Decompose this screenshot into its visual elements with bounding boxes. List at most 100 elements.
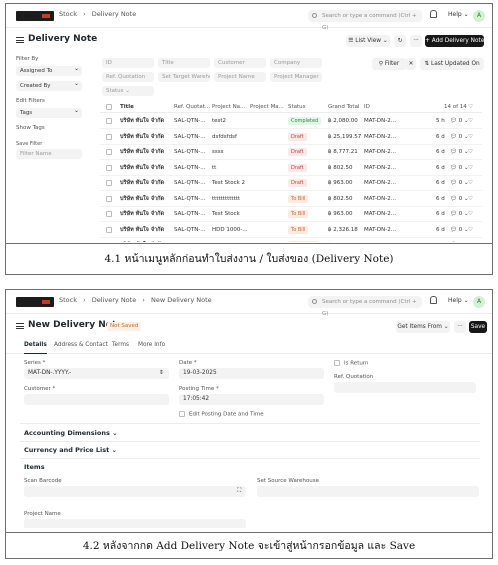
bell-icon[interactable] (430, 10, 437, 18)
tags-dropdown[interactable]: Tags (16, 106, 82, 118)
heart-icon[interactable]: ♡ (468, 114, 473, 128)
row-title[interactable]: บริษัท ทันใจ จำกัด (120, 176, 164, 190)
tab-more-info[interactable]: More Info (138, 342, 165, 348)
filter-id[interactable]: ID (102, 58, 154, 68)
filter-customer[interactable]: Customer (214, 58, 266, 68)
accounting-dimensions-section[interactable]: Accounting Dimensions ⌄ (24, 429, 118, 437)
row-checkbox[interactable] (106, 130, 112, 144)
save-button[interactable]: Save (469, 321, 487, 333)
row-checkbox[interactable] (106, 145, 112, 159)
set-source-warehouse-input[interactable] (257, 486, 479, 497)
heart-icon[interactable]: ♡ (468, 207, 473, 221)
row-checkbox[interactable] (106, 207, 112, 221)
help-menu[interactable]: Help ⌄ (448, 297, 469, 304)
is-return-checkbox[interactable]: Is Return (334, 360, 369, 367)
breadcrumb-delivery-note[interactable]: Delivery Note (92, 296, 136, 304)
heart-icon[interactable]: ♡ (468, 192, 473, 206)
table-row[interactable]: บริษัท ทันใจ จำกัด SAL-QTN-... HDD 1000-..… (100, 223, 482, 238)
sort-button[interactable]: ⇅ Last Updated On (420, 58, 484, 70)
column-title[interactable]: Title (120, 101, 134, 112)
show-tags-link[interactable]: Show Tags (16, 123, 86, 133)
column-project-name[interactable]: Project Na... (212, 101, 245, 112)
table-row[interactable]: บริษัท ทันใจ จำกัด SAL-QTN-... ttttttttttt… (100, 192, 482, 207)
row-comments[interactable]: 💬︎ 0 ⌄ (450, 238, 469, 242)
edit-posting-checkbox[interactable]: Edit Posting Date and Time (179, 411, 264, 418)
date-input[interactable]: 19-03-2025 (179, 368, 324, 379)
currency-price-list-section[interactable]: Currency and Price List ⌄ (24, 446, 117, 454)
project-name-input[interactable] (24, 519, 246, 528)
row-title[interactable]: บริษัท ทันใจ จำกัด (120, 207, 164, 221)
filter-title[interactable]: Title (158, 58, 210, 68)
customer-input[interactable] (24, 394, 169, 405)
row-checkbox[interactable] (106, 223, 112, 237)
table-row[interactable]: บริษัท ทันใจ จำกัด SAL-QTN-... tt Draft ฿ 80… (100, 161, 482, 176)
row-comments[interactable]: 💬︎ 0 ⌄ (450, 207, 469, 221)
filter-project-name[interactable]: Project Name (214, 72, 266, 82)
row-checkbox[interactable] (106, 176, 112, 190)
reload-icon[interactable]: ↻ (394, 35, 406, 47)
column-ref-quotation[interactable]: Ref. Quotat... (174, 101, 210, 112)
filter-ref-quotation[interactable]: Ref. Quotation (102, 72, 154, 82)
row-comments[interactable]: 💬︎ 0 ⌄ (450, 192, 469, 206)
column-project-manager[interactable]: Project Ma... (250, 101, 284, 112)
row-title[interactable]: บริษัท ทันใจ จำกัด (120, 161, 164, 175)
heart-icon[interactable]: ♡ (468, 238, 473, 242)
assigned-to-dropdown[interactable]: Assigned To (16, 64, 82, 76)
edit-filters-link[interactable]: Edit Filters (16, 96, 86, 106)
heart-icon[interactable]: ♡ (468, 176, 473, 190)
filter-button[interactable]: ⚲ Filter (372, 58, 406, 70)
filter-company[interactable]: Company (270, 58, 322, 68)
table-row[interactable]: บริษัท ทันใจ จำกัด SAL-QTN-... dsfdsfdsf Dr… (100, 130, 482, 145)
table-row[interactable]: บริษัท ทันใจ จำกัด SAL-QTN-... ssss Draft ฿ … (100, 145, 482, 160)
barcode-scan-icon[interactable]: ⛶ (237, 486, 241, 497)
row-comments[interactable]: 💬︎ 0 ⌄ (450, 176, 469, 190)
avatar[interactable]: A (473, 10, 485, 22)
row-title[interactable]: บริษัท ทันใจ จำกัด (120, 145, 164, 159)
series-select[interactable]: MAT-DN-.YYYY.- ⇕ (24, 368, 169, 379)
column-status[interactable]: Status (288, 101, 306, 112)
heart-icon[interactable]: ♡ (468, 223, 473, 237)
filter-project-manager[interactable]: Project Manager (270, 72, 322, 82)
row-title[interactable]: บริษัท ทันใจ จำกัด (120, 192, 164, 206)
breadcrumb-delivery-note[interactable]: Delivery Note (92, 10, 136, 18)
heart-icon[interactable]: ♡ (468, 130, 473, 144)
row-checkbox[interactable] (106, 238, 112, 242)
more-options-button[interactable]: ··· (454, 321, 466, 333)
created-by-dropdown[interactable]: Created By (16, 79, 82, 91)
row-title[interactable]: บริษัท ทันใจ จำกัด (120, 114, 164, 128)
avatar[interactable]: A (473, 296, 485, 308)
help-menu[interactable]: Help ⌄ (448, 11, 469, 18)
heart-icon[interactable]: ♡ (468, 145, 473, 159)
row-comments[interactable]: 💬︎ 0 ⌄ (450, 130, 469, 144)
filter-set-target-warehouse[interactable]: Set Target Wareho (158, 72, 210, 82)
tab-details[interactable]: Details (24, 342, 47, 354)
filter-name-input[interactable]: Filter Name (16, 149, 82, 159)
company-logo[interactable] (16, 11, 54, 21)
posting-time-input[interactable]: 17:05:42 (179, 394, 324, 405)
table-row[interactable]: บริษัท ทันใจ จำกัด SAL-QTN-... HDD 1000-..… (100, 238, 482, 242)
row-comments[interactable]: 💬︎ 0 ⌄ (450, 145, 469, 159)
row-title[interactable]: บริษัท ทันใจ จำกัด (120, 238, 164, 242)
breadcrumb-stock[interactable]: Stock (59, 296, 77, 304)
heart-icon[interactable]: ♡ (468, 101, 473, 112)
select-all-checkbox[interactable] (106, 101, 112, 112)
bell-icon[interactable] (430, 296, 437, 304)
table-row[interactable]: บริษัท ทันใจ จำกัด SAL-QTN-... test2 Comple… (100, 114, 482, 129)
row-title[interactable]: บริษัท ทันใจ จำกัด (120, 223, 164, 237)
get-items-from-button[interactable]: Get Items From ⌄ (396, 321, 450, 333)
company-logo[interactable] (16, 297, 54, 307)
list-view-button[interactable]: ☰ List View ⌄ (346, 35, 390, 47)
row-comments[interactable]: 💬︎ 0 ⌄ (450, 161, 469, 175)
search-input[interactable]: Search or type a command (Ctrl + G) (308, 296, 422, 317)
breadcrumb-new-delivery-note[interactable]: New Delivery Note (151, 296, 212, 304)
row-checkbox[interactable] (106, 192, 112, 206)
tab-terms[interactable]: Terms (112, 342, 129, 348)
row-checkbox[interactable] (106, 161, 112, 175)
column-id[interactable]: ID (364, 101, 370, 112)
row-comments[interactable]: 💬︎ 0 ⌄ (450, 223, 469, 237)
table-row[interactable]: บริษัท ทันใจ จำกัด SAL-QTN-... Test Stock T… (100, 207, 482, 222)
sidebar-toggle-icon[interactable] (16, 37, 24, 43)
row-checkbox[interactable] (106, 114, 112, 128)
row-comments[interactable]: 💬︎ 0 ⌄ (450, 114, 469, 128)
heart-icon[interactable]: ♡ (468, 161, 473, 175)
